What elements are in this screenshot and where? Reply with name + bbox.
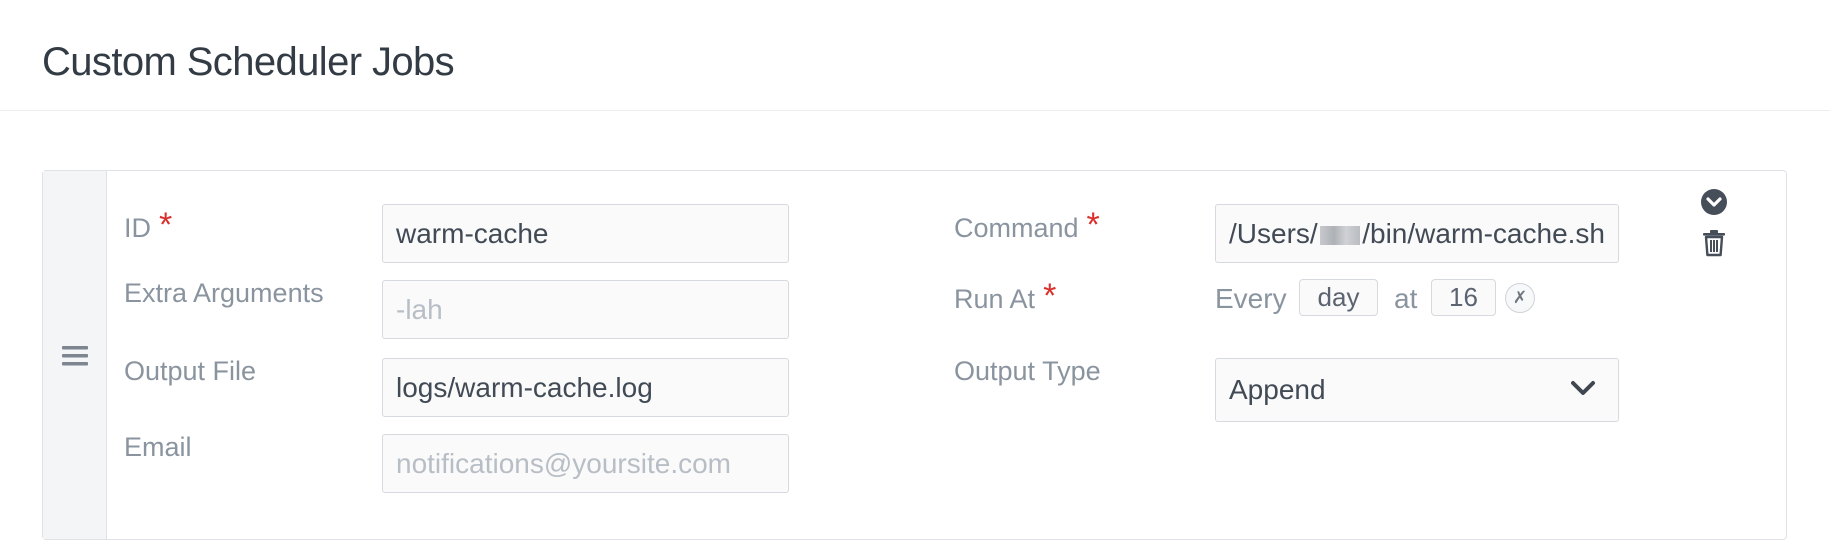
run-at-at-text: at <box>1394 283 1418 314</box>
required-marker: * <box>159 206 173 244</box>
output-type-value: Append <box>1229 374 1326 405</box>
extra-arguments-label: Extra Arguments <box>124 278 324 308</box>
command-label-text: Command <box>954 213 1079 243</box>
drag-strip[interactable] <box>43 171 107 539</box>
redacted-username <box>1319 226 1361 245</box>
id-input[interactable] <box>382 204 789 263</box>
run-at-every-text: Every <box>1215 283 1287 314</box>
x-icon: ✗ <box>1512 287 1528 308</box>
required-marker: * <box>1043 277 1057 315</box>
chevron-down-icon <box>1571 381 1595 395</box>
output-file-label: Output File <box>124 356 257 386</box>
header-divider <box>0 110 1830 111</box>
command-prefix: /Users/ <box>1229 217 1318 249</box>
trash-icon[interactable] <box>1702 229 1726 257</box>
required-marker: * <box>1086 206 1100 244</box>
command-label: Command * <box>954 206 1100 246</box>
run-at-hour-select[interactable]: 16 <box>1431 279 1496 316</box>
chevron-circle-down-icon[interactable] <box>1700 188 1728 216</box>
page-title: Custom Scheduler Jobs <box>42 40 455 84</box>
id-label: ID * <box>124 206 173 246</box>
extra-arguments-input[interactable] <box>382 280 789 339</box>
email-label: Email <box>124 432 192 462</box>
run-at-label: Run At * <box>954 277 1057 317</box>
id-label-text: ID <box>124 213 151 243</box>
run-at-label-text: Run At <box>954 284 1036 314</box>
command-suffix: /bin/warm-cache.sh <box>1362 217 1605 249</box>
run-at-period-select[interactable]: day <box>1299 279 1378 316</box>
scheduler-job-card: ID * Extra Arguments Output File Email Co… <box>42 170 1787 540</box>
email-input[interactable] <box>382 434 789 493</box>
output-type-label: Output Type <box>954 356 1101 386</box>
output-file-input[interactable] <box>382 358 789 417</box>
output-type-select[interactable]: Append <box>1215 358 1619 422</box>
hamburger-icon[interactable] <box>62 345 88 367</box>
run-at-clear-button[interactable]: ✗ <box>1505 283 1535 313</box>
command-input[interactable]: /Users/ /bin/warm-cache.sh <box>1215 204 1619 263</box>
